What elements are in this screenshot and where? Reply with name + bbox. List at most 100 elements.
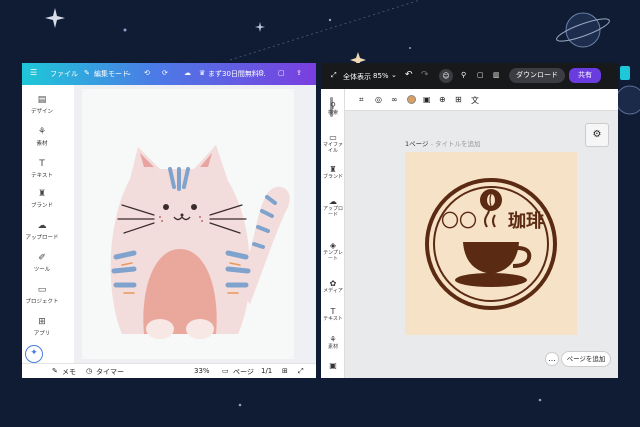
- zoom-level[interactable]: 85%: [373, 72, 389, 80]
- ai-icon[interactable]: ⚙: [585, 123, 609, 147]
- redo-icon[interactable]: ⟳: [162, 69, 168, 77]
- pages-button[interactable]: ページ: [233, 367, 254, 377]
- sidebar-item-label: テキスト: [323, 316, 343, 322]
- fullscreen-icon[interactable]: ⤢: [298, 367, 304, 376]
- effects-icon[interactable]: ⊕: [439, 95, 446, 104]
- sidebar-item-elements[interactable]: ⚘ 素材: [321, 335, 345, 350]
- media-icon: ✿: [329, 279, 337, 288]
- edit-mode-menu[interactable]: 編集モード: [94, 69, 129, 79]
- sidebar-item-label: ブランド: [30, 203, 53, 209]
- page-title-row[interactable]: 1ページ - タイトルを追加: [405, 138, 481, 148]
- sidebar-item-media[interactable]: ✿ メディア: [321, 279, 345, 294]
- logo-text-right: 珈琲: [508, 211, 544, 232]
- sidebar-item-text[interactable]: T テキスト: [321, 307, 345, 322]
- upload-icon: ☁: [37, 221, 47, 231]
- redo-icon[interactable]: ↷: [421, 70, 429, 80]
- lightbulb-icon[interactable]: ⚲: [461, 71, 466, 79]
- sidebar-item-templates[interactable]: ◈ テンプレート: [321, 241, 345, 262]
- fullscreen-icon[interactable]: ⤢: [331, 71, 337, 80]
- menu-icon[interactable]: ☰: [30, 68, 37, 77]
- sidebar-item-label: 素材: [327, 344, 338, 350]
- sidebar-item-text[interactable]: T テキスト: [22, 159, 62, 179]
- undo-icon[interactable]: ⟲: [144, 69, 150, 77]
- layout-icon: ▤: [37, 95, 47, 105]
- chart-icon[interactable]: ▥: [493, 71, 500, 79]
- sidebar-item-label: アプリ: [33, 331, 51, 337]
- cat-illustration: [110, 145, 290, 339]
- sidebar-item-label: テンプレート: [323, 250, 343, 262]
- sidebar-item-apps[interactable]: ⊞ アプリ: [22, 317, 62, 337]
- sidebar-item-upload[interactable]: ☁ アップロード: [22, 221, 62, 241]
- left-sidebar: ▤ デザイン ⚘ 素材 T テキスト ♜ ブランド ☁ アップロード ✐ ツール ▭ プロジェ…: [22, 85, 74, 363]
- page-title: 1ページ: [405, 140, 429, 148]
- free-trial-link[interactable]: まず30日間無料...: [208, 69, 266, 79]
- sidebar-item-label: プロジェクト: [25, 299, 59, 305]
- sidebar-item-brand[interactable]: ♜ ブランド: [321, 165, 345, 180]
- sidebar-item-label: ブランド: [322, 174, 343, 180]
- sidebar-item-brand[interactable]: ♜ ブランド: [22, 189, 62, 209]
- timer-icon: ◷: [86, 367, 93, 375]
- zoom-level[interactable]: 33%: [194, 367, 210, 375]
- logo-text-left: 〇〇: [441, 211, 477, 232]
- upload-icon: ☁: [329, 197, 337, 206]
- brand-icon: ♜: [329, 165, 337, 174]
- search-icon: ⚲: [330, 101, 336, 110]
- sidebar-item-label: 素材: [36, 141, 48, 147]
- apps-icon: ⊞: [38, 317, 46, 327]
- comment-icon[interactable]: ▢: [477, 71, 484, 79]
- sidebar-item-upload[interactable]: ☁ アップロード: [321, 197, 345, 218]
- add-page-button[interactable]: ページを追加: [561, 351, 611, 367]
- color-swatch[interactable]: [407, 95, 416, 104]
- sidebar-item-label: アップロード: [322, 206, 343, 218]
- sidebar-item-design[interactable]: ▤ デザイン: [22, 95, 62, 115]
- file-menu[interactable]: ファイル: [50, 69, 78, 79]
- translate-icon[interactable]: 文: [471, 95, 479, 106]
- grid-icon[interactable]: ⊞: [455, 95, 462, 104]
- grid-view-icon[interactable]: ⊞: [282, 367, 288, 375]
- design-canvas-cat[interactable]: [82, 89, 294, 359]
- edit-mode-icon: ✎: [84, 69, 90, 77]
- crop-icon[interactable]: ⌗: [359, 95, 364, 105]
- download-button[interactable]: ダウンロード: [509, 68, 565, 83]
- left-topbar: ☰ ファイル ✎ 編集モード ⌄ ⟲ ⟳ ☁ ♛ まず30日間無料... ⚙ ▢…: [22, 63, 316, 85]
- draw-icon: ✐: [38, 253, 46, 263]
- chart-icon[interactable]: ⚙: [258, 69, 264, 77]
- left-bottombar: ✎ メモ ◷ タイマー 33% ▭ ページ 1/1 ⊞ ⤢: [22, 363, 316, 378]
- pages-icon: ▭: [222, 367, 229, 375]
- crown-icon: ♛: [199, 69, 206, 77]
- sidebar-item-tools[interactable]: ✐ ツール: [22, 253, 62, 273]
- share-button[interactable]: 共有: [569, 68, 601, 83]
- comment-icon[interactable]: ▢: [278, 69, 285, 77]
- cloud-icon: ☁: [184, 69, 191, 77]
- sidebar-item-more[interactable]: ▣: [321, 361, 345, 370]
- design-canvas-coffee[interactable]: 〇〇 珈琲: [405, 152, 577, 335]
- right-editor-window: ⤢ 全体表示 85% ⌄ ↶ ↷ ☺ ⚲ ▢ ▥ ダウンロード 共有 ⚲ 検索 ▭…: [321, 63, 618, 378]
- adjust-icon[interactable]: ◎: [375, 95, 382, 104]
- editor-toolbar: ⌗ ◎ ∞ ▣ ⊕ ⊞ 文: [345, 89, 618, 111]
- sidebar-item-elements[interactable]: ⚘ 素材: [22, 127, 62, 147]
- share-icon[interactable]: ⇪: [296, 69, 302, 77]
- sidebar-item-label: アップロード: [25, 235, 59, 241]
- image-icon[interactable]: ▣: [423, 95, 431, 104]
- sidebar-item-myfiles[interactable]: ▭ マイファイル: [321, 133, 345, 154]
- notes-button[interactable]: メモ: [62, 367, 76, 377]
- right-sidebar: ⚲ 検索 ▭ マイファイル ♜ ブランド ☁ アップロード ◈ テンプレート ✿ メディア …: [321, 89, 345, 378]
- template-icon: ◈: [329, 241, 337, 250]
- page-count: 1/1: [261, 367, 273, 375]
- sidebar-item-projects[interactable]: ▭ プロジェクト: [22, 285, 62, 305]
- coffee-logo: 〇〇 珈琲: [425, 178, 557, 310]
- magic-assistant-button[interactable]: ✦: [25, 345, 43, 363]
- sidebar-item-label: 検索: [327, 110, 338, 116]
- user-icon[interactable]: ☺: [439, 69, 453, 83]
- side-tab[interactable]: [620, 66, 630, 80]
- more-options-button[interactable]: …: [545, 352, 559, 366]
- link-icon[interactable]: ∞: [391, 95, 398, 104]
- undo-icon[interactable]: ↶: [405, 70, 413, 80]
- page-title-placeholder[interactable]: - タイトルを追加: [431, 140, 481, 148]
- sidebar-item-search[interactable]: ⚲ 検索: [321, 101, 345, 116]
- fullscreen-button[interactable]: 全体表示: [343, 72, 371, 82]
- folder-icon: ▭: [37, 285, 47, 295]
- timer-button[interactable]: タイマー: [96, 367, 124, 377]
- right-topbar: ⤢ 全体表示 85% ⌄ ↶ ↷ ☺ ⚲ ▢ ▥ ダウンロード 共有: [321, 63, 618, 89]
- sidebar-item-label: テキスト: [31, 173, 53, 179]
